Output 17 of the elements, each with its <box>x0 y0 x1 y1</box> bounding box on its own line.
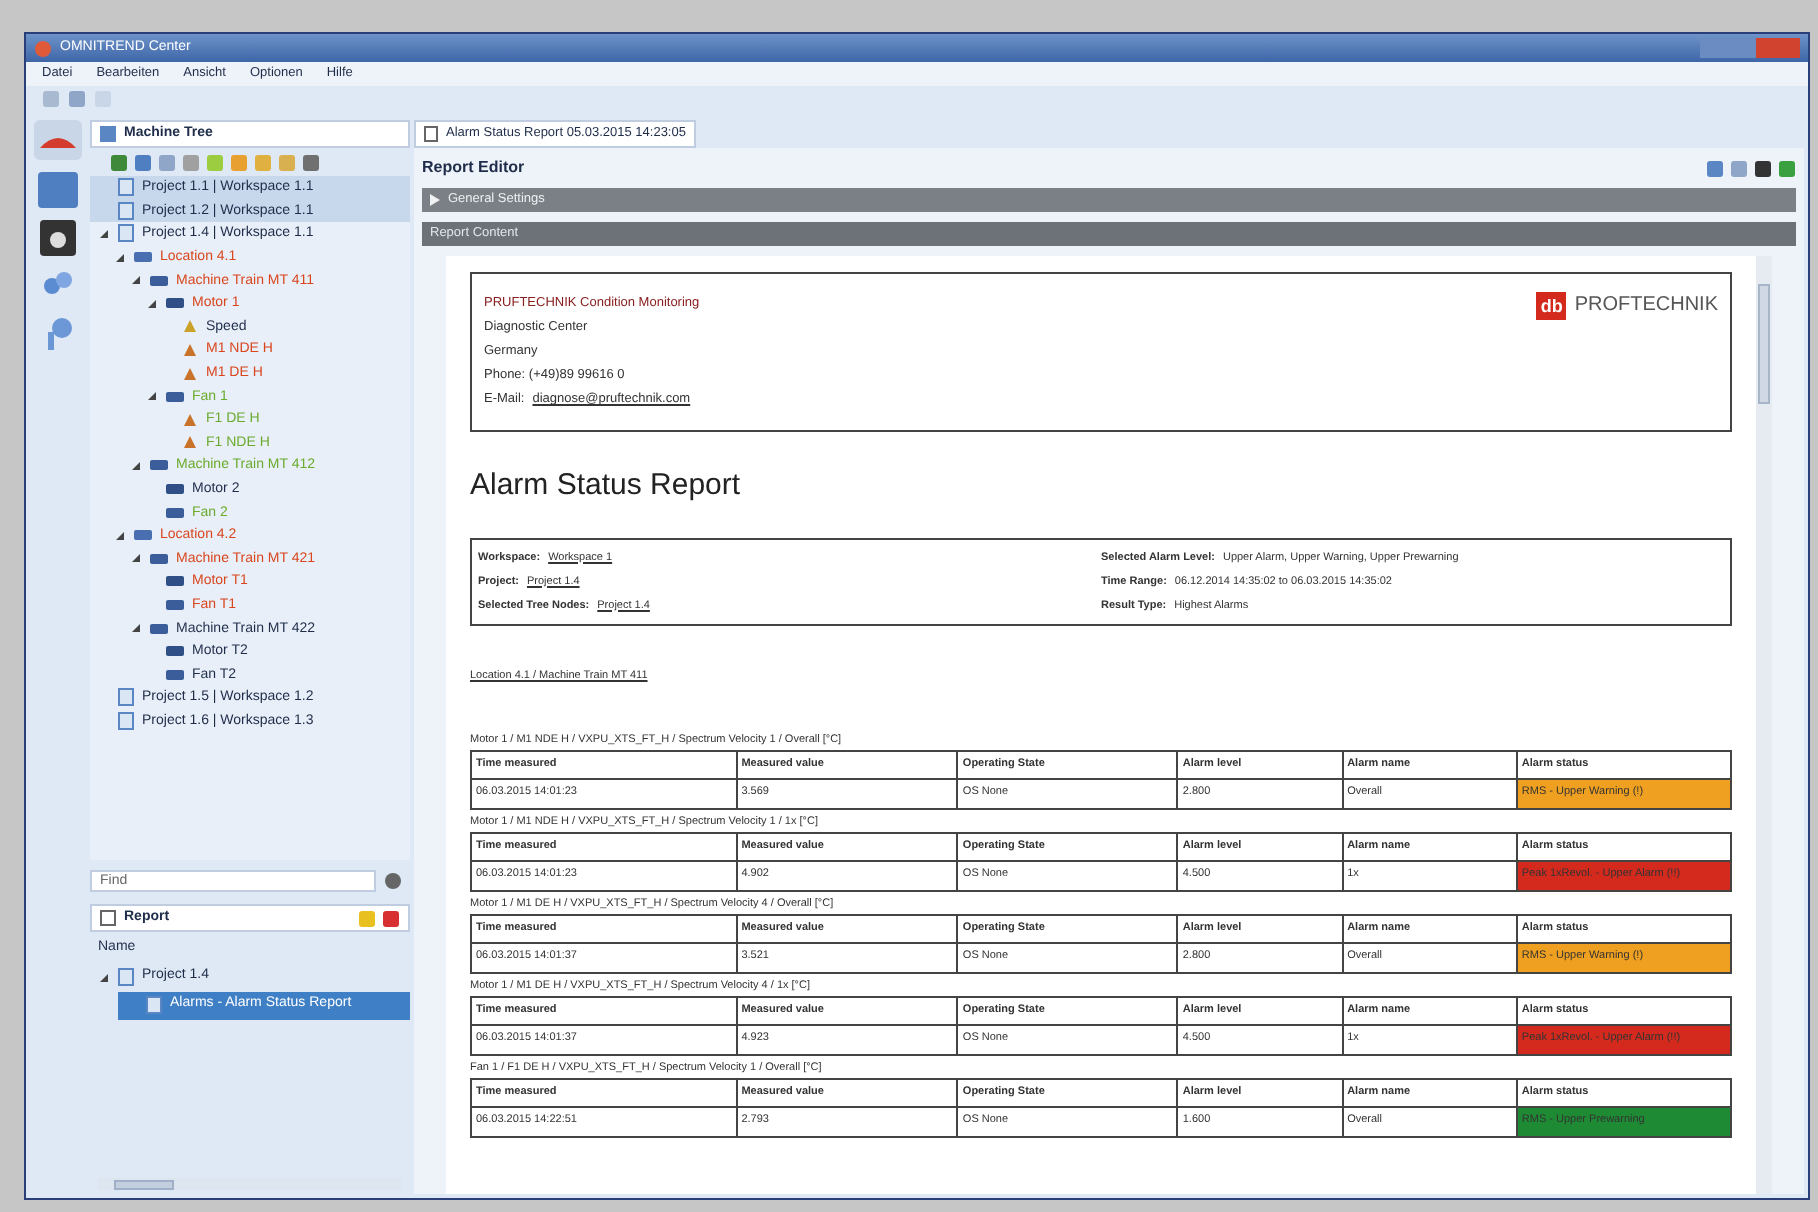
editor-heading: Report Editor <box>422 156 525 180</box>
collapse-arrow-icon[interactable] <box>146 297 158 310</box>
report-title: Alarm Status Report <box>470 466 743 506</box>
collapse-arrow-icon[interactable] <box>114 251 126 264</box>
collapse-arrow-icon[interactable] <box>130 459 142 472</box>
collapse-arrow-icon[interactable] <box>130 622 142 635</box>
collapse-arrow-icon[interactable] <box>98 971 110 983</box>
horizontal-scrollbar[interactable] <box>98 1178 402 1190</box>
collapse-arrow-icon[interactable] <box>114 529 126 542</box>
collapse-arrow-icon[interactable] <box>98 227 110 240</box>
app-logo-icon <box>34 39 52 57</box>
collapse-arrow-icon[interactable] <box>130 552 142 565</box>
company-logo: db PROFTECHNIK <box>1536 292 1718 320</box>
vertical-scrollbar[interactable] <box>1756 256 1772 1194</box>
collapse-arrow-icon[interactable] <box>130 274 142 287</box>
expand-arrow-icon <box>430 194 440 206</box>
collapse-arrow-icon[interactable] <box>146 390 158 403</box>
